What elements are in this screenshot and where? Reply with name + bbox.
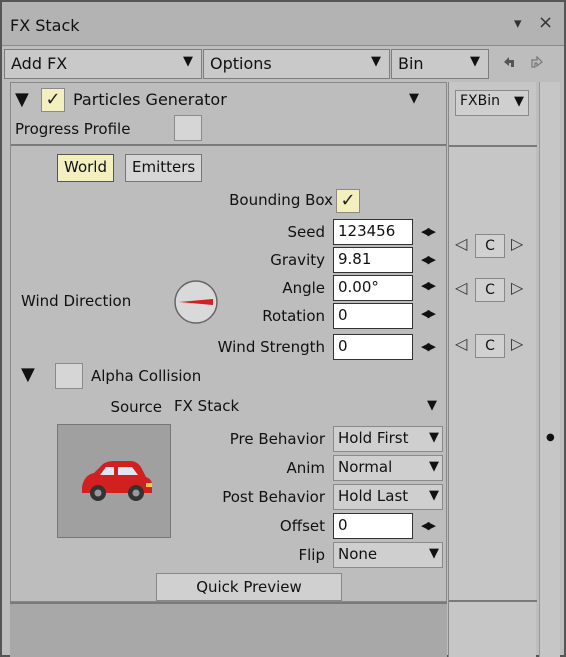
- tab-world-label: World: [64, 158, 107, 176]
- flip-label: Flip: [298, 546, 325, 564]
- bounding-box-checkbox[interactable]: ✓: [336, 189, 360, 213]
- window-title: FX Stack: [10, 16, 80, 35]
- tab-world[interactable]: World: [57, 154, 114, 182]
- prev-keyframe-icon[interactable]: ◁: [455, 334, 467, 353]
- chevron-down-icon: ▼: [427, 398, 437, 413]
- prev-keyframe-icon[interactable]: ◁: [455, 234, 467, 253]
- rotation-label: Rotation: [262, 307, 325, 325]
- chevron-down-icon: ▼: [470, 54, 480, 69]
- source-preview-thumbnail: [57, 424, 171, 538]
- options-dropdown[interactable]: Options ▼: [203, 49, 390, 79]
- offset-scrub-icon[interactable]: ◀▶: [421, 519, 436, 532]
- flip-dropdown[interactable]: None ▼: [333, 542, 443, 568]
- wind-strength-field[interactable]: 0: [333, 334, 413, 360]
- scroll-grip-icon[interactable]: ●: [546, 432, 555, 443]
- title-bar: FX Stack ▾ ×: [2, 2, 564, 46]
- source-dropdown[interactable]: FX Stack ▼: [169, 394, 444, 420]
- post-behavior-label: Post Behavior: [222, 488, 325, 506]
- bin-label: Bin: [398, 54, 424, 73]
- car-icon: [82, 461, 152, 501]
- angle-field[interactable]: 0.00°: [333, 275, 413, 301]
- fx-stack-panel: FX Stack ▾ × Add FX ▼ Options ▼ Bin ▼ ▼ …: [0, 0, 566, 657]
- offset-label: Offset: [279, 517, 325, 535]
- fxbin-label: FXBin: [460, 93, 501, 109]
- redo-icon[interactable]: [526, 53, 548, 75]
- close-icon[interactable]: ×: [538, 12, 553, 33]
- source-value: FX Stack: [174, 397, 240, 415]
- vertical-scrollbar[interactable]: ●: [539, 82, 560, 657]
- effect-menu-arrow-icon[interactable]: ▼: [409, 91, 419, 106]
- bounding-box-label: Bounding Box: [229, 191, 333, 209]
- anim-dropdown[interactable]: Normal ▼: [333, 455, 443, 481]
- panel-menu-icon[interactable]: ▾: [514, 14, 522, 32]
- seed-label: Seed: [287, 223, 326, 241]
- menu-bar: Add FX ▼ Options ▼ Bin ▼: [2, 49, 564, 79]
- undo-icon[interactable]: [498, 53, 520, 75]
- wind-strength-clear-keyframes-button[interactable]: C: [475, 334, 505, 358]
- gravity-scrub-icon[interactable]: ◀▶: [421, 253, 436, 266]
- divider: [449, 145, 537, 147]
- source-label: Source: [110, 398, 162, 416]
- progress-profile-label: Progress Profile: [15, 120, 131, 138]
- options-label: Options: [210, 54, 272, 73]
- add-fx-label: Add FX: [11, 54, 68, 73]
- anim-value: Normal: [338, 458, 393, 476]
- tab-emitters[interactable]: Emitters: [125, 154, 203, 182]
- effect-header: ▼ ✓ Particles Generator ▼ Progress Profi…: [11, 83, 446, 146]
- gravity-clear-keyframes-button[interactable]: C: [475, 234, 505, 258]
- alpha-collapse-triangle-icon[interactable]: ▼: [21, 366, 35, 384]
- add-fx-dropdown[interactable]: Add FX ▼: [4, 49, 202, 79]
- wind-direction-label: Wind Direction: [21, 292, 132, 310]
- collapse-triangle-icon[interactable]: ▼: [15, 91, 29, 109]
- seed-field[interactable]: 123456: [333, 219, 413, 245]
- gravity-field[interactable]: 9.81: [333, 247, 413, 273]
- chevron-down-icon: ▼: [371, 54, 381, 69]
- chevron-down-icon: ▼: [429, 430, 439, 445]
- progress-profile-swatch[interactable]: [174, 115, 202, 141]
- pre-behavior-dropdown[interactable]: Hold First ▼: [333, 426, 443, 452]
- chevron-down-icon: ▼: [514, 94, 524, 109]
- offset-field[interactable]: 0: [333, 513, 413, 539]
- rotation-scrub-icon[interactable]: ◀▶: [421, 307, 436, 320]
- post-behavior-value: Hold Last: [338, 487, 409, 505]
- wind-direction-dial[interactable]: [173, 279, 219, 325]
- pre-behavior-value: Hold First: [338, 429, 409, 447]
- chevron-down-icon: ▼: [429, 459, 439, 474]
- tab-emitters-label: Emitters: [132, 158, 196, 176]
- quick-preview-button[interactable]: Quick Preview: [156, 573, 342, 601]
- pre-behavior-label: Pre Behavior: [229, 430, 325, 448]
- effect-enable-checkbox[interactable]: ✓: [41, 88, 65, 112]
- chevron-down-icon: ▼: [429, 546, 439, 561]
- keyframe-column: FXBin ▼ ◁ C ▷ ◁ C ▷ ◁ C ▷: [448, 82, 537, 657]
- effect-name: Particles Generator: [73, 90, 227, 109]
- alpha-collision-checkbox[interactable]: [55, 363, 83, 389]
- rotation-field[interactable]: 0: [333, 303, 413, 329]
- post-behavior-dropdown[interactable]: Hold Last ▼: [333, 484, 443, 510]
- angle-clear-keyframes-button[interactable]: C: [475, 278, 505, 302]
- alpha-collision-label: Alpha Collision: [91, 367, 202, 385]
- fxbin-dropdown[interactable]: FXBin ▼: [455, 90, 529, 116]
- next-keyframe-icon[interactable]: ▷: [511, 234, 523, 253]
- seed-scrub-icon[interactable]: ◀▶: [421, 225, 436, 238]
- wind-strength-scrub-icon[interactable]: ◀▶: [421, 340, 436, 353]
- fx-params-panel: ▼ ✓ Particles Generator ▼ Progress Profi…: [10, 82, 447, 602]
- anim-label: Anim: [286, 459, 325, 477]
- angle-scrub-icon[interactable]: ◀▶: [421, 279, 436, 292]
- next-keyframe-icon[interactable]: ▷: [511, 334, 523, 353]
- angle-label: Angle: [282, 279, 325, 297]
- divider: [449, 600, 537, 602]
- gravity-label: Gravity: [270, 251, 325, 269]
- chevron-down-icon: ▼: [429, 488, 439, 503]
- flip-value: None: [338, 545, 378, 563]
- bin-dropdown[interactable]: Bin ▼: [391, 49, 489, 79]
- prev-keyframe-icon[interactable]: ◁: [455, 278, 467, 297]
- chevron-down-icon: ▼: [183, 54, 193, 69]
- wind-strength-label: Wind Strength: [217, 338, 325, 356]
- empty-stack-area: [10, 602, 447, 657]
- next-keyframe-icon[interactable]: ▷: [511, 278, 523, 297]
